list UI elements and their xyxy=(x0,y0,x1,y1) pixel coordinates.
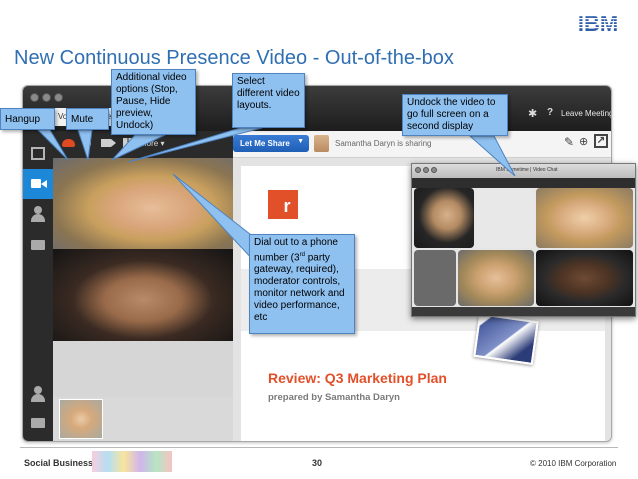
let-me-share-label: Let Me Share xyxy=(240,139,290,148)
callout-additional-options: Additional video options (Stop, Pause, H… xyxy=(111,69,196,135)
undock-toolbar xyxy=(412,178,635,188)
undock-minimize-button[interactable] xyxy=(423,167,429,173)
self-preview-video[interactable] xyxy=(59,399,103,439)
photo-stack-image xyxy=(473,313,539,365)
callout-select-layouts: Select different video layouts. xyxy=(232,73,305,128)
slide-title: New Continuous Presence Video - Out-of-t… xyxy=(14,47,454,69)
ibm-logo: IBM xyxy=(572,11,624,36)
video-feed-man-1 xyxy=(414,188,474,248)
person-icon-body xyxy=(31,214,45,222)
mute-button[interactable] xyxy=(85,137,91,147)
video-feed-woman-2 xyxy=(536,188,633,248)
company-logo-letter: r xyxy=(283,196,291,216)
undocked-video-window: IBM Sametime | Video Chat xyxy=(411,163,636,317)
company-logo: r xyxy=(268,190,298,219)
camera-icon xyxy=(111,139,116,147)
person-icon xyxy=(34,206,42,214)
callout-dial-out: Dial out to a phone number (3rd party ga… xyxy=(249,234,355,334)
sidebar-item-layout[interactable] xyxy=(23,139,53,169)
sidebar-item-video[interactable] xyxy=(23,169,53,199)
presenter-avatar xyxy=(314,135,329,152)
footer-decorative-art xyxy=(92,451,172,472)
presenter-status: Samantha Daryn is sharing xyxy=(335,139,432,148)
callout-hangup: Hangup xyxy=(0,108,55,130)
footer-social-business: Social Business xyxy=(24,458,94,468)
gear-icon[interactable]: ✱ xyxy=(528,107,537,120)
sidebar-item-participants[interactable] xyxy=(23,199,53,229)
video-feed-woman-3 xyxy=(458,250,534,306)
pen-icon[interactable]: ✎ xyxy=(564,135,574,149)
people-icon xyxy=(34,386,42,394)
video-feed-man-3 xyxy=(536,250,633,306)
undock-zoom-button[interactable] xyxy=(431,167,437,173)
popout-icon[interactable]: ↗ xyxy=(594,134,608,148)
window-zoom-button[interactable] xyxy=(54,93,63,102)
video-feed-woman-1 xyxy=(476,188,534,248)
hangup-button[interactable] xyxy=(62,139,75,147)
more-menu-label: More xyxy=(140,139,159,148)
undock-titlebar: IBM Sametime | Video Chat xyxy=(412,164,635,178)
shared-slide-heading: Review: Q3 Marketing Plan xyxy=(268,370,447,386)
video-panel: More ▾ xyxy=(53,131,233,441)
video-feed-man-2 xyxy=(414,250,456,306)
video-layout-button[interactable] xyxy=(123,138,133,148)
undock-status-bar xyxy=(412,307,635,316)
window-close-button[interactable] xyxy=(30,93,39,102)
video-feed-empty xyxy=(53,341,233,397)
sidebar-item-people[interactable] xyxy=(23,379,53,409)
video-icon-lens xyxy=(41,180,47,188)
footer-copyright: © 2010 IBM Corporation xyxy=(530,459,617,468)
footer-divider xyxy=(20,447,618,448)
callout-undock: Undock the video to go full screen on a … xyxy=(402,94,508,136)
chevron-down-icon[interactable]: ▼ xyxy=(297,138,304,145)
help-icon[interactable]: ? xyxy=(547,107,553,118)
callout-mute: Mute xyxy=(66,108,109,130)
people-icon-body xyxy=(31,394,45,402)
ibm-logo-text: IBM xyxy=(578,11,618,36)
page-number: 30 xyxy=(312,458,323,468)
more-menu-button[interactable]: More ▾ xyxy=(140,139,164,148)
let-me-share-button[interactable]: Let Me Share ▼ xyxy=(233,135,309,152)
microphone-icon xyxy=(87,147,89,151)
sidebar-item-chat[interactable] xyxy=(23,407,53,437)
window-minimize-button[interactable] xyxy=(42,93,51,102)
camera-button[interactable] xyxy=(101,139,111,147)
video-controls-bar: More ▾ xyxy=(53,131,233,158)
leave-meeting-button[interactable]: Leave Meeting xyxy=(561,109,611,118)
chat-icon xyxy=(31,418,45,428)
video-feed-participant-1 xyxy=(53,158,233,249)
video-icon xyxy=(31,179,41,188)
undock-window-title: IBM Sametime | Video Chat xyxy=(496,167,558,173)
layout-icon xyxy=(31,147,45,160)
left-sidebar xyxy=(23,131,53,441)
shared-slide-subheading: prepared by Samantha Daryn xyxy=(268,392,400,403)
zoom-icon[interactable]: ⊕ xyxy=(579,135,588,148)
video-feed-participant-2 xyxy=(53,249,233,341)
undock-close-button[interactable] xyxy=(415,167,421,173)
folder-icon xyxy=(31,240,45,250)
sidebar-item-files[interactable] xyxy=(23,229,53,259)
